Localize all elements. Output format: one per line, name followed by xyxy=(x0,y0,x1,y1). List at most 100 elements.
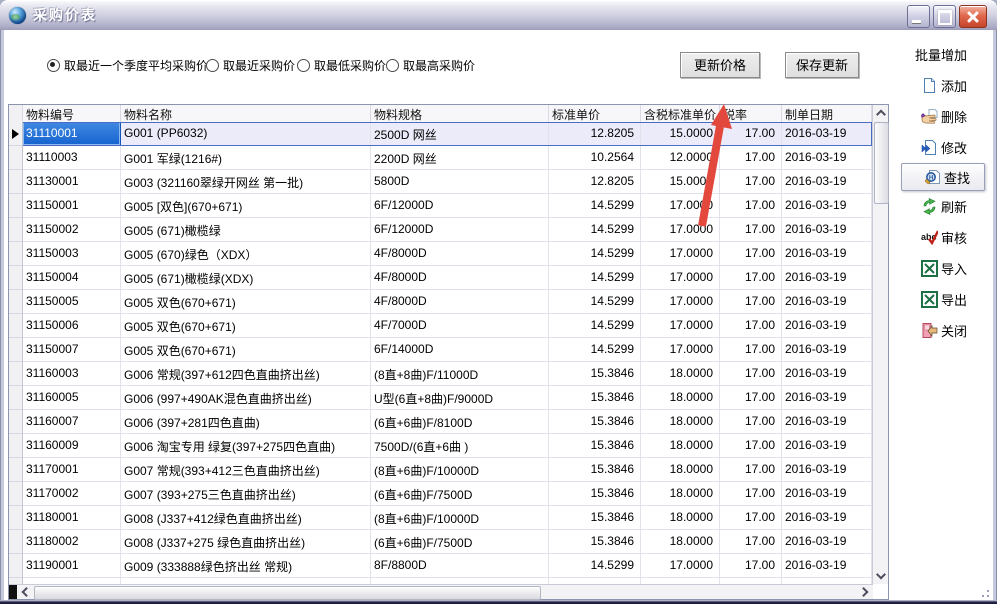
radio-option-label: 取最近一个季度平均采购价 xyxy=(64,57,208,74)
table-row[interactable]: 31190001G009 (333888绿色挤出丝 常规)8F/8800D14.… xyxy=(9,554,872,578)
cell-date: 2016-03-19 xyxy=(782,170,872,194)
sidebar-item-1[interactable]: 添加 xyxy=(889,70,993,101)
column-header-5[interactable]: 税率 xyxy=(720,105,782,122)
sidebar-item-2[interactable]: 删除 xyxy=(889,101,993,132)
radio-selected-icon[interactable] xyxy=(47,59,60,72)
cell-price: 15.3846 xyxy=(549,410,641,434)
sidebar-item-3[interactable]: 修改 xyxy=(889,132,993,163)
cell-name: G006 常规(397+612四色直曲挤出丝) xyxy=(121,362,371,386)
table-row[interactable]: 31160003G006 常规(397+612四色直曲挤出丝)(8直+8曲)F/… xyxy=(9,362,872,386)
sidebar-item-8[interactable]: 导出 xyxy=(889,284,993,315)
table-row[interactable]: 31150006G005 双色(670+671)4F/7000D14.52991… xyxy=(9,314,872,338)
cell-code: 31170001 xyxy=(23,458,121,482)
horizontal-scroll-thumb[interactable] xyxy=(34,586,541,600)
cell-date: 2016-03-19 xyxy=(782,290,872,314)
sidebar-item-4[interactable]: H查找 xyxy=(901,163,985,191)
cell-tax-price: 18.0000 xyxy=(641,386,720,410)
sidebar-item-9[interactable]: 关闭 xyxy=(889,315,993,346)
table-row[interactable]: 31150003G005 (670)绿色（XDX）4F/8000D14.5299… xyxy=(9,242,872,266)
cell-code: 31150004 xyxy=(23,266,121,290)
column-header-1[interactable]: 物料名称 xyxy=(121,105,371,122)
scroll-left-button[interactable] xyxy=(17,585,33,599)
cell-code: 31130001 xyxy=(23,170,121,194)
radio-unselected-icon[interactable] xyxy=(206,59,219,72)
table-row[interactable]: 31150002G005 (671)橄榄绿6F/12000D14.529917.… xyxy=(9,218,872,242)
column-header-0[interactable]: 物料编号 xyxy=(23,105,121,122)
cell-price: 14.5299 xyxy=(549,218,641,242)
window-bottom-edge xyxy=(0,600,997,604)
cell-tax-rate: 17.00 xyxy=(720,410,782,434)
sidebar-item-label: 批量增加 xyxy=(915,45,967,64)
vertical-scrollbar[interactable] xyxy=(872,105,888,584)
column-header-4[interactable]: 含税标准单价 xyxy=(641,105,720,122)
cell-price: 14.5299 xyxy=(549,554,641,578)
table-row[interactable]: 31130001G003 (321160翠绿开网丝 第一批)5800D12.82… xyxy=(9,170,872,194)
column-header-2[interactable]: 物料规格 xyxy=(371,105,549,122)
table-row[interactable]: 31110001G001 (PP6032)2500D 网丝12.820515.0… xyxy=(9,122,872,146)
table-row[interactable]: 31180001G008 (J337+412绿色直曲挤出丝)(8直+6曲)F/1… xyxy=(9,506,872,530)
sidebar-item-6[interactable]: abc审核 xyxy=(889,222,993,253)
maximize-button[interactable] xyxy=(933,5,956,28)
minimize-button[interactable] xyxy=(907,5,930,28)
cell-spec: (6直+6曲)F/8100D xyxy=(371,410,549,434)
column-header-6[interactable]: 制单日期 xyxy=(782,105,872,122)
horizontal-scrollbar[interactable] xyxy=(9,584,873,599)
table-row[interactable]: 31170002G007 (393+275三色直曲挤出丝)(6直+6曲)F/75… xyxy=(9,482,872,506)
cell-code: 31150005 xyxy=(23,290,121,314)
cell-price: 15.3846 xyxy=(549,386,641,410)
radio-option-0[interactable]: 取最近一个季度平均采购价 xyxy=(47,57,208,74)
scroll-down-button[interactable] xyxy=(873,568,888,584)
cell-spec: U型(6直+8曲)F/9000D xyxy=(371,386,549,410)
sidebar-item-label: 导出 xyxy=(941,290,967,309)
table-row[interactable]: 31150004G005 (671)橄榄绿(XDX)4F/8000D14.529… xyxy=(9,266,872,290)
radio-option-2[interactable]: 取最低采购价 xyxy=(297,57,386,74)
close-icon xyxy=(960,6,986,27)
row-indicator xyxy=(9,338,23,362)
cell-date: 2016-03-19 xyxy=(782,410,872,434)
sidebar-item-0[interactable]: 批量增加 xyxy=(889,39,993,70)
radio-option-3[interactable]: 取最高采购价 xyxy=(386,57,475,74)
maximize-icon xyxy=(938,10,952,25)
table-row[interactable]: 31160009G006 淘宝专用 绿复(397+275四色直曲)7500D/(… xyxy=(9,434,872,458)
price-table: 物料编号物料名称物料规格标准单价含税标准单价税率制单日期 31110001G00… xyxy=(8,104,889,600)
cell-code: 31160005 xyxy=(23,386,121,410)
table-row[interactable]: 31150007G005 双色(670+671)6F/14000D14.5299… xyxy=(9,338,872,362)
grid-corner-box xyxy=(9,585,17,599)
scroll-up-button[interactable] xyxy=(873,105,888,121)
cell-tax-rate: 17.00 xyxy=(720,242,782,266)
title-bar[interactable]: 采购价表 xyxy=(0,0,997,30)
radio-unselected-icon[interactable] xyxy=(386,59,399,72)
sidebar-item-7[interactable]: 导入 xyxy=(889,253,993,284)
cell-spec: 4F/8000D xyxy=(371,242,549,266)
table-row[interactable]: 31150001G005 [双色](670+671)6F/12000D14.52… xyxy=(9,194,872,218)
resize-grip[interactable] xyxy=(977,585,990,598)
table-row[interactable]: 31170001G007 常规(393+412三色直曲挤出丝)(8直+6曲)F/… xyxy=(9,458,872,482)
cell-name: G005 双色(670+671) xyxy=(121,290,371,314)
cell-code: 31150007 xyxy=(23,338,121,362)
radio-option-1[interactable]: 取最近采购价 xyxy=(206,57,295,74)
row-indicator xyxy=(9,530,23,554)
table-row[interactable]: 31110003G001 军绿(1216#)2200D 网丝10.256412.… xyxy=(9,146,872,170)
column-header-3[interactable]: 标准单价 xyxy=(549,105,641,122)
vertical-scroll-thumb[interactable] xyxy=(874,122,889,204)
radio-unselected-icon[interactable] xyxy=(297,59,310,72)
table-row[interactable]: 31150005G005 双色(670+671)4F/8000D14.52991… xyxy=(9,290,872,314)
close-button[interactable] xyxy=(959,5,987,28)
cell-price: 14.5299 xyxy=(549,194,641,218)
sidebar-item-label: 删除 xyxy=(941,107,967,126)
table-row[interactable]: 31180002G008 (J337+275 绿色直曲挤出丝)(6直+6曲)F/… xyxy=(9,530,872,554)
cell-code: 31180001 xyxy=(23,506,121,530)
cell-date: 2016-03-19 xyxy=(782,266,872,290)
scroll-right-button[interactable] xyxy=(857,585,873,599)
save-update-button[interactable]: 保存更新 xyxy=(785,52,859,78)
cell-tax-rate: 17.00 xyxy=(720,338,782,362)
doc-add-icon xyxy=(921,77,938,94)
cell-name: G001 (PP6032) xyxy=(121,122,371,146)
cell-code: 31160003 xyxy=(23,362,121,386)
table-row[interactable]: 31160005G006 (997+490AK混色直曲挤出丝)U型(6直+8曲)… xyxy=(9,386,872,410)
cell-name: G007 (393+275三色直曲挤出丝) xyxy=(121,482,371,506)
update-price-button[interactable]: 更新价格 xyxy=(680,52,760,78)
cell-date: 2016-03-19 xyxy=(782,338,872,362)
table-row[interactable]: 31160007G006 (397+281四色直曲)(6直+6曲)F/8100D… xyxy=(9,410,872,434)
sidebar-item-5[interactable]: 刷新 xyxy=(889,191,993,222)
